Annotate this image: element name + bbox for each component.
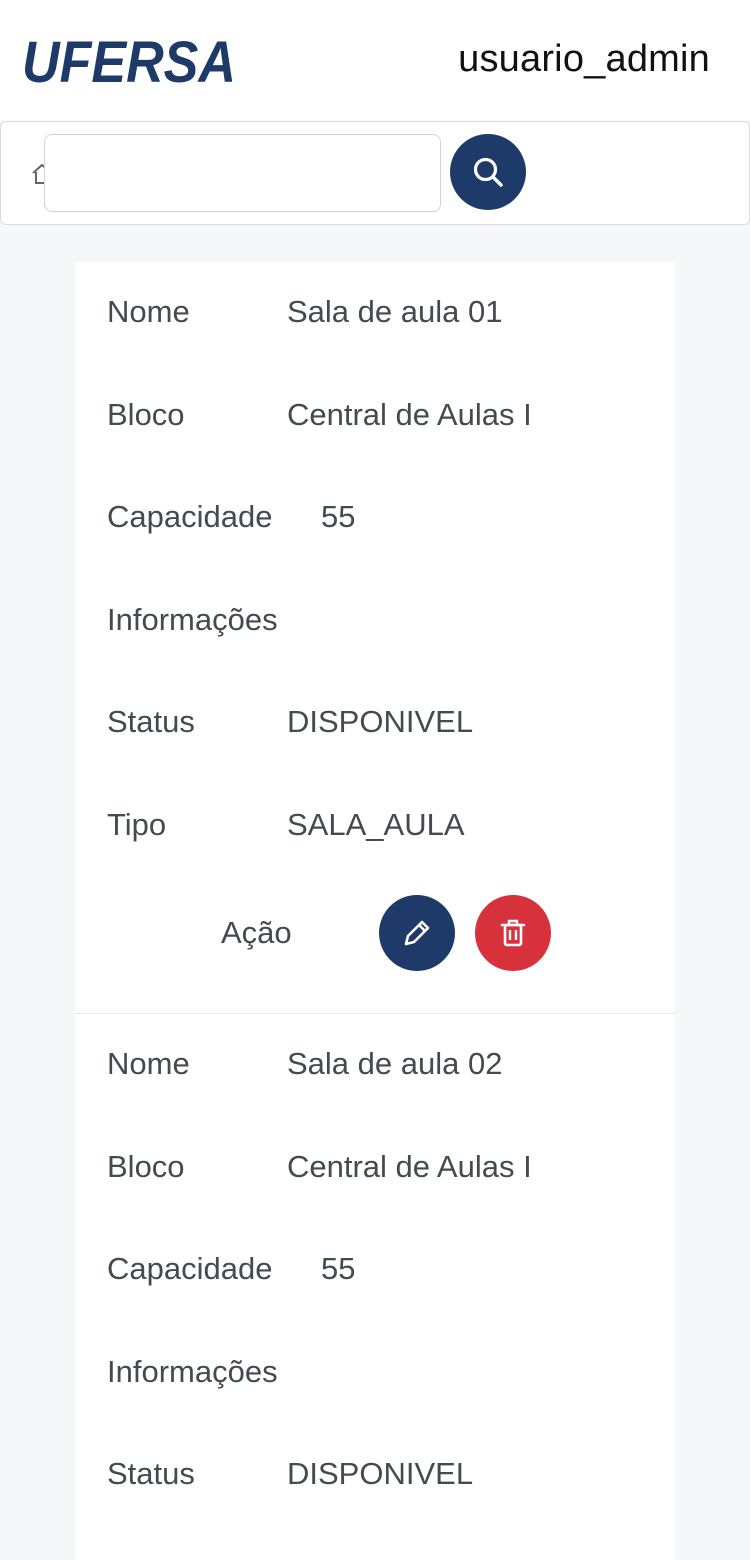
top-navbar: UFERSA usuario_admin: [0, 0, 750, 120]
action-row: Ação: [75, 877, 675, 1013]
trash-icon: [500, 919, 526, 947]
action-label: Ação: [221, 915, 292, 950]
field-label: Bloco: [107, 1148, 185, 1184]
pencil-icon: [404, 920, 430, 946]
field-label: Nome: [107, 1046, 190, 1081]
field-label: Informações: [107, 1353, 278, 1389]
username-label[interactable]: usuario_admin: [458, 38, 710, 81]
svg-text:UFERSA: UFERSA: [22, 32, 236, 88]
field-row-capacidade: Capacidade 55: [75, 467, 675, 570]
field-value: Sala de aula 02: [287, 1046, 503, 1081]
field-row-bloco: Bloco Central de Aulas I: [75, 365, 675, 468]
field-row-informacoes: Informações: [75, 570, 675, 673]
field-row-status: Status DISPONIVEL: [75, 672, 675, 775]
search-icon: [473, 157, 503, 187]
field-value: Central de Aulas I: [287, 1148, 532, 1184]
ufersa-logo[interactable]: UFERSA: [22, 32, 238, 88]
field-row-tipo: Tipo SALA_AULA: [75, 775, 675, 878]
field-row-bloco: Bloco Central de Aulas I: [75, 1117, 675, 1220]
field-row-capacidade: Capacidade 55: [75, 1219, 675, 1322]
field-label: Tipo: [107, 806, 167, 842]
field-label: Nome: [107, 294, 190, 329]
search-button[interactable]: [450, 134, 526, 210]
room-record: Nome Sala de aula 01 Bloco Central de Au…: [75, 262, 675, 1013]
field-value: SALA_AULA: [287, 806, 465, 842]
field-value: Central de Aulas I: [287, 396, 532, 432]
field-label: Status: [107, 704, 195, 739]
delete-button[interactable]: [475, 895, 551, 971]
field-label: Informações: [107, 601, 278, 637]
field-row-nome: Nome Sala de aula 02: [75, 1014, 675, 1117]
search-bar: [0, 121, 750, 225]
field-row-informacoes: Informações: [75, 1322, 675, 1425]
field-value: DISPONIVEL: [287, 704, 474, 739]
field-value: DISPONIVEL: [287, 1456, 474, 1491]
field-value: 55: [321, 499, 356, 534]
field-value: Sala de aula 01: [287, 294, 503, 329]
edit-button[interactable]: [379, 895, 455, 971]
field-label: Bloco: [107, 396, 185, 432]
search-input[interactable]: [44, 134, 441, 212]
field-row-nome: Nome Sala de aula 01: [75, 262, 675, 365]
field-label: Capacidade: [107, 499, 273, 534]
field-label: Capacidade: [107, 1251, 273, 1286]
room-list: Nome Sala de aula 01 Bloco Central de Au…: [75, 262, 675, 1560]
field-value: 55: [321, 1251, 356, 1286]
room-record: Nome Sala de aula 02 Bloco Central de Au…: [75, 1013, 675, 1527]
field-row-status: Status DISPONIVEL: [75, 1424, 675, 1527]
field-label: Status: [107, 1456, 195, 1491]
